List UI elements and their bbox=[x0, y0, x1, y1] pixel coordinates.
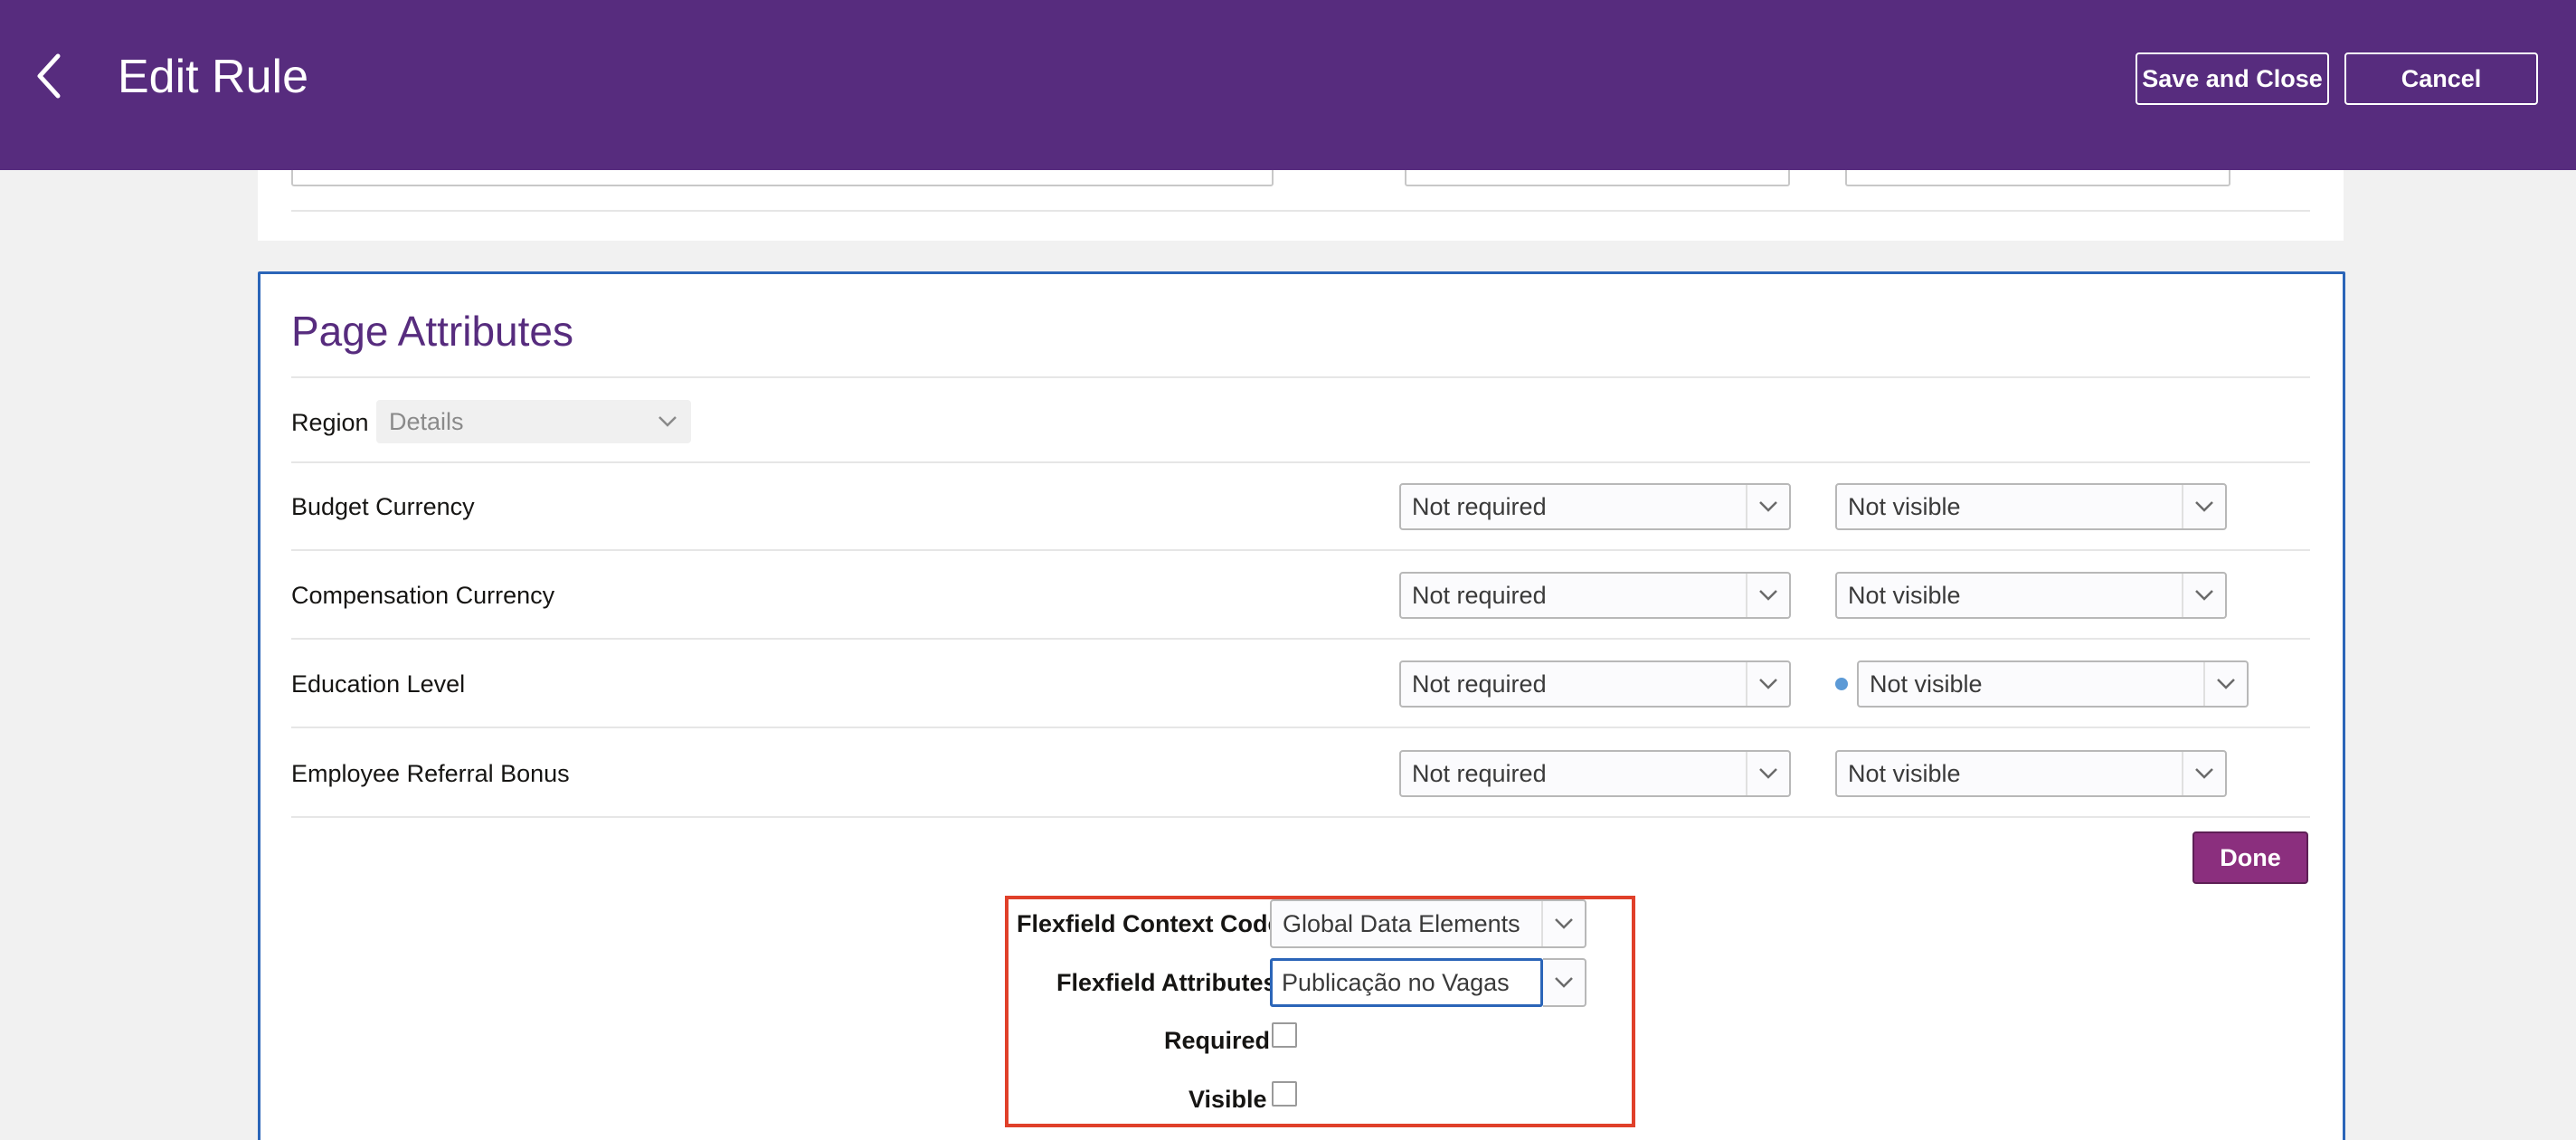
changed-indicator-icon bbox=[1835, 678, 1848, 690]
select-value: Not required bbox=[1412, 670, 1547, 698]
chevron-down-icon bbox=[2182, 574, 2225, 617]
chevron-down-icon bbox=[1555, 977, 1573, 988]
divider bbox=[291, 638, 2310, 640]
done-button[interactable]: Done bbox=[2192, 831, 2308, 884]
chevron-down-icon bbox=[1746, 752, 1789, 795]
employee-referral-bonus-visible-select[interactable]: Not visible bbox=[1835, 750, 2227, 797]
chevron-left-icon bbox=[37, 53, 61, 99]
divider bbox=[291, 727, 2310, 728]
chevron-down-icon bbox=[646, 402, 689, 442]
compensation-currency-visible-select[interactable]: Not visible bbox=[1835, 572, 2227, 619]
chevron-down-icon bbox=[2182, 752, 2225, 795]
flexfield-context-select[interactable]: Global Data Elements bbox=[1270, 899, 1586, 948]
row-label-education-level: Education Level bbox=[291, 670, 466, 698]
select-value: Not visible bbox=[1848, 492, 1961, 520]
row-label-budget-currency: Budget Currency bbox=[291, 493, 475, 520]
divider bbox=[291, 210, 2310, 212]
region-select: Details bbox=[376, 400, 691, 443]
budget-currency-required-select[interactable]: Not required bbox=[1399, 483, 1791, 530]
select-value: Not visible bbox=[1870, 670, 1983, 698]
chevron-down-icon bbox=[1746, 662, 1789, 706]
divider bbox=[291, 461, 2310, 463]
chevron-down-icon bbox=[2203, 662, 2247, 706]
education-level-visible-select[interactable]: Not visible bbox=[1857, 660, 2249, 708]
select-value: Not visible bbox=[1848, 581, 1961, 609]
divider bbox=[291, 376, 2310, 378]
education-level-required-select[interactable]: Not required bbox=[1399, 660, 1791, 708]
employee-referral-bonus-required-select[interactable]: Not required bbox=[1399, 750, 1791, 797]
visible-label: Visible bbox=[1189, 1086, 1267, 1113]
chevron-down-icon bbox=[1746, 485, 1789, 528]
select-value: Not visible bbox=[1848, 759, 1961, 787]
select-value: Global Data Elements bbox=[1283, 909, 1520, 937]
chevron-down-icon bbox=[2182, 485, 2225, 528]
compensation-currency-required-select[interactable]: Not required bbox=[1399, 572, 1791, 619]
visible-checkbox[interactable] bbox=[1272, 1081, 1297, 1107]
divider bbox=[291, 816, 2310, 818]
save-and-close-button[interactable]: Save and Close bbox=[2136, 52, 2329, 105]
flexfield-attributes-label: Flexfield Attributes bbox=[1056, 969, 1277, 996]
required-checkbox[interactable] bbox=[1272, 1022, 1297, 1048]
region-value: Details bbox=[389, 407, 464, 435]
select-value: Not required bbox=[1412, 492, 1547, 520]
flexfield-attributes-input[interactable]: Publicação no Vagas bbox=[1270, 958, 1543, 1007]
cancel-button[interactable]: Cancel bbox=[2344, 52, 2538, 105]
divider bbox=[291, 549, 2310, 551]
region-label: Region bbox=[291, 409, 369, 436]
page-title: Edit Rule bbox=[118, 51, 308, 103]
section-title: Page Attributes bbox=[291, 308, 573, 355]
flexfield-attributes-dropdown-button[interactable] bbox=[1543, 958, 1586, 1007]
chevron-down-icon bbox=[1746, 574, 1789, 617]
select-value: Not required bbox=[1412, 759, 1547, 787]
chevron-down-icon bbox=[1541, 901, 1585, 946]
budget-currency-visible-select[interactable]: Not visible bbox=[1835, 483, 2227, 530]
row-label-employee-referral-bonus: Employee Referral Bonus bbox=[291, 760, 570, 787]
section-gap bbox=[258, 241, 2344, 271]
back-button[interactable] bbox=[20, 47, 78, 105]
app-header: Edit Rule Save and Close Cancel bbox=[0, 0, 2576, 170]
row-label-compensation-currency: Compensation Currency bbox=[291, 582, 555, 609]
select-value: Not required bbox=[1412, 581, 1547, 609]
flexfield-context-label: Flexfield Context Code bbox=[1017, 910, 1282, 937]
required-label: Required bbox=[1164, 1027, 1271, 1054]
